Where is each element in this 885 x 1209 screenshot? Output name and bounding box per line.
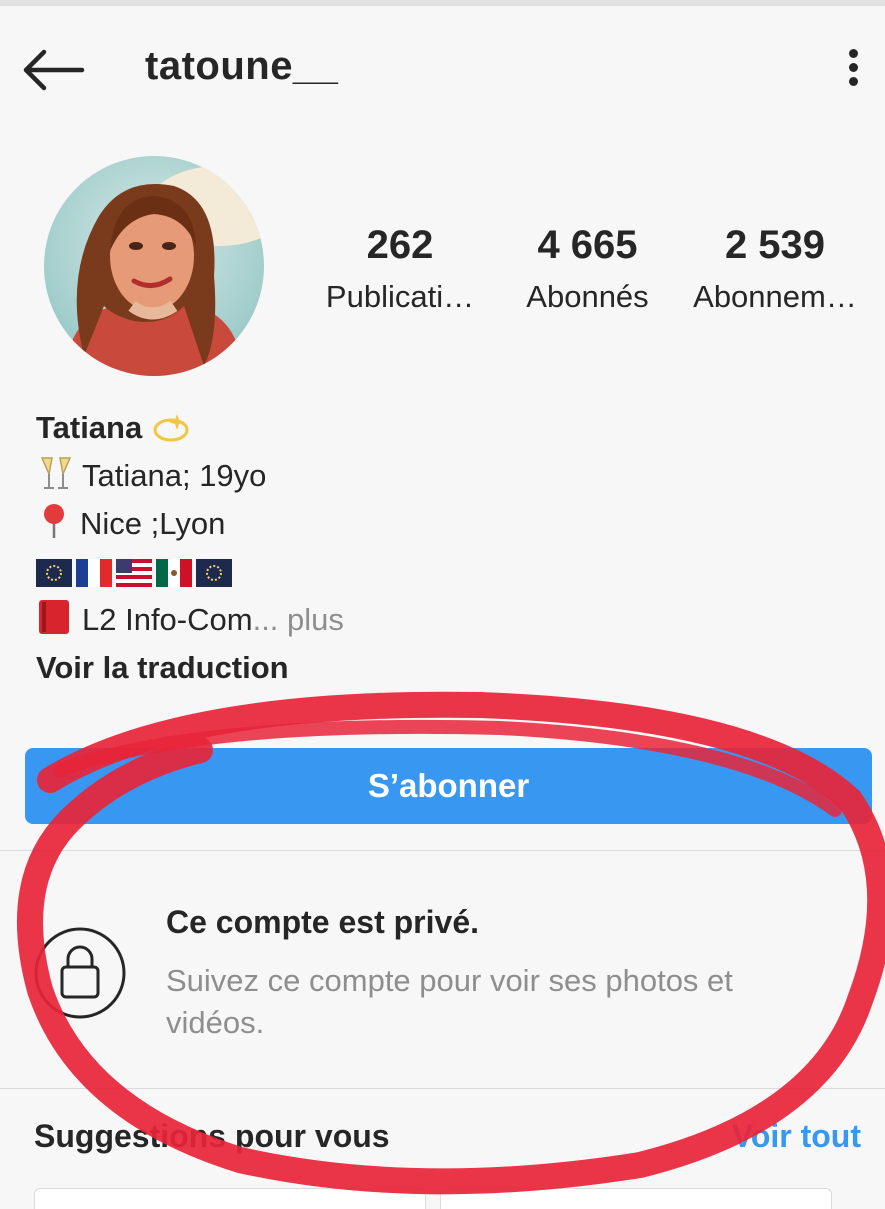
private-account-notice: Ce compte est privé. Suivez ce compte po… xyxy=(0,852,885,1088)
book-emoji xyxy=(39,600,69,634)
fireworks-emoji xyxy=(196,559,232,587)
suggestion-card[interactable] xyxy=(440,1188,832,1209)
stat-followers[interactable]: 4 665 Abonnés xyxy=(505,222,670,320)
stat-following-label: Abonnem… xyxy=(693,279,857,314)
private-subtitle: Suivez ce compte pour voir ses photos et… xyxy=(166,963,733,1040)
stat-posts-count: 262 xyxy=(366,223,434,267)
bio-line-age: Tatiana; 19yo xyxy=(82,458,267,493)
flag-france xyxy=(76,559,112,587)
more-options-icon[interactable] xyxy=(836,46,870,96)
profile-stats: 262 Publicati… 4 665 Abonnés 2 539 Abonn… xyxy=(300,222,885,332)
stat-posts[interactable]: 262 Publicati… xyxy=(315,222,485,320)
flag-mexico xyxy=(156,559,192,587)
bio-line-studies: L2 Info-Com xyxy=(82,602,253,637)
profile-header: tatoune__ xyxy=(0,6,885,126)
private-title: Ce compte est privé. xyxy=(166,904,479,940)
champagne-emoji xyxy=(40,457,72,489)
bio-more-link[interactable]: plus xyxy=(278,602,344,637)
avatar[interactable] xyxy=(44,156,264,376)
stat-posts-label: Publicati… xyxy=(325,279,475,314)
bio-line-location: Nice ;Lyon xyxy=(80,506,226,541)
sparkle-emoji xyxy=(153,414,189,442)
bio-more-ellipsis: ... xyxy=(252,602,279,637)
see-translation-link[interactable]: Voir la traduction xyxy=(36,644,856,692)
follow-button[interactable]: S’abonner xyxy=(25,748,872,824)
suggestion-card[interactable] xyxy=(34,1188,426,1209)
back-arrow-icon[interactable] xyxy=(20,46,86,94)
profile-username: tatoune__ xyxy=(145,44,339,88)
suggestions-title: Suggestions pour vous xyxy=(34,1118,390,1154)
stat-followers-label: Abonnés xyxy=(526,279,649,314)
suggestions-section: Suggestions pour vous Voir tout xyxy=(0,1090,885,1209)
stat-following-count: 2 539 xyxy=(724,223,826,267)
pin-emoji xyxy=(44,504,64,538)
lock-icon xyxy=(34,927,126,1019)
divider xyxy=(0,1088,885,1089)
bio-line-flags xyxy=(36,548,856,596)
fireworks-emoji xyxy=(36,559,72,587)
profile-display-name: Tatiana xyxy=(36,410,143,445)
profile-bio: Tatiana Tatiana; 19yo Nice ;Lyon L2 Info… xyxy=(36,404,856,692)
flag-usa xyxy=(116,559,152,587)
stat-following[interactable]: 2 539 Abonnem… xyxy=(685,222,865,320)
stat-followers-count: 4 665 xyxy=(537,223,638,267)
divider xyxy=(0,850,885,851)
see-all-link[interactable]: Voir tout xyxy=(732,1118,861,1155)
